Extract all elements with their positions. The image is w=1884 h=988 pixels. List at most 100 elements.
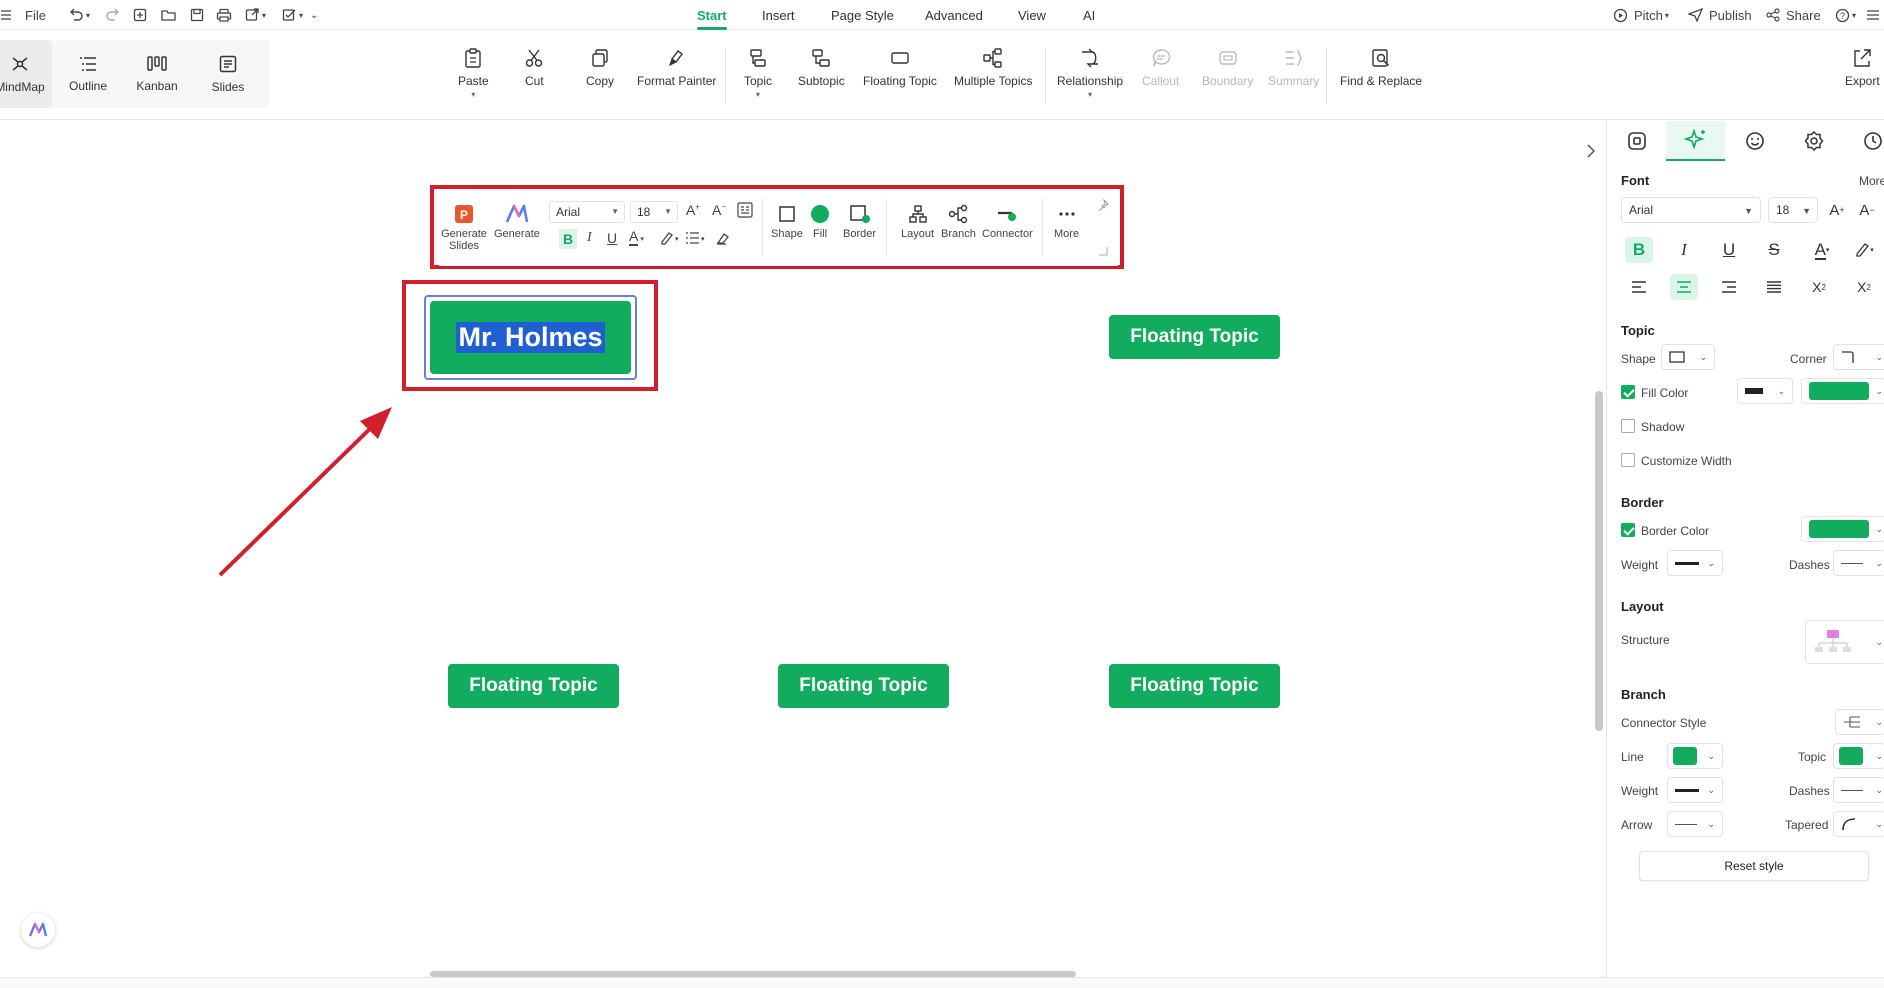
- pitch-button[interactable]: Pitch ▾: [1613, 6, 1669, 24]
- font-more-link[interactable]: More: [1859, 174, 1884, 188]
- check-task-button[interactable]: ▾: [282, 6, 303, 24]
- bold-toggle[interactable]: B: [559, 229, 577, 249]
- branch-dashes-select[interactable]: ⌄: [1833, 777, 1884, 803]
- redo-button[interactable]: [105, 6, 121, 24]
- panel-tab-style[interactable]: [1607, 121, 1666, 161]
- corner-select[interactable]: ⌄: [1833, 344, 1884, 370]
- underline-toggle[interactable]: U: [607, 230, 617, 246]
- shape-button[interactable]: Shape: [771, 204, 803, 240]
- border-button[interactable]: Border: [843, 204, 876, 240]
- border-color-checkbox[interactable]: [1621, 523, 1635, 537]
- increase-font-size-icon[interactable]: A+: [686, 202, 700, 218]
- find-replace-button[interactable]: Find & Replace: [1340, 48, 1422, 88]
- new-file-button[interactable]: [133, 6, 147, 24]
- fill-color-checkbox[interactable]: [1621, 385, 1635, 399]
- justify-button[interactable]: [1760, 274, 1788, 300]
- align-right-button[interactable]: [1715, 274, 1743, 300]
- topic-button[interactable]: Topic ▾: [744, 48, 772, 99]
- list-button[interactable]: ▾: [685, 231, 705, 245]
- publish-button[interactable]: Publish: [1688, 6, 1752, 24]
- ai-assistant-button[interactable]: [21, 913, 55, 947]
- floating-topic-node[interactable]: Floating Topic: [1109, 664, 1280, 708]
- pin-icon[interactable]: [1097, 199, 1109, 211]
- line-color-select[interactable]: ⌄: [1667, 743, 1723, 769]
- text-style-icon[interactable]: [737, 202, 753, 218]
- branch-button[interactable]: Branch: [941, 204, 976, 240]
- view-mindmap[interactable]: MindMap: [0, 40, 52, 108]
- align-center-button[interactable]: [1670, 274, 1698, 300]
- font-family-select[interactable]: Arial ▼: [549, 201, 625, 223]
- connector-style-select[interactable]: ⌄: [1835, 709, 1884, 735]
- tab-ai[interactable]: AI: [1083, 8, 1095, 23]
- panel-font-family-select[interactable]: Arial ▼: [1621, 197, 1761, 223]
- clear-format-button[interactable]: [716, 231, 730, 245]
- multiple-topics-button[interactable]: Multiple Topics: [954, 48, 1032, 88]
- more-button[interactable]: More: [1054, 204, 1079, 240]
- help-button[interactable]: ? ▾: [1835, 6, 1856, 24]
- view-slides[interactable]: Slides: [196, 40, 260, 108]
- shape-select[interactable]: ⌄: [1661, 344, 1715, 370]
- undo-button[interactable]: ▾: [68, 6, 90, 24]
- collapse-panel-button[interactable]: [1580, 133, 1602, 169]
- overflow-menu-icon[interactable]: [1866, 6, 1880, 24]
- branch-weight-select[interactable]: ⌄: [1667, 777, 1723, 803]
- generate-button[interactable]: Generate: [494, 204, 540, 240]
- tab-start[interactable]: Start: [697, 8, 727, 30]
- floating-topic-button[interactable]: Floating Topic: [863, 48, 937, 88]
- panel-tab-icons[interactable]: [1725, 121, 1784, 161]
- highlight-button[interactable]: ▾: [659, 231, 679, 245]
- tab-view[interactable]: View: [1018, 8, 1046, 23]
- boundary-button[interactable]: Boundary: [1202, 48, 1253, 88]
- floating-topic-node[interactable]: Floating Topic: [1109, 315, 1280, 359]
- relationship-button[interactable]: Relationship ▾: [1057, 48, 1123, 99]
- save-button[interactable]: [190, 6, 204, 24]
- vertical-scrollbar[interactable]: [1595, 391, 1603, 731]
- copy-button[interactable]: Copy: [586, 48, 614, 88]
- resize-handle-icon[interactable]: [1098, 246, 1108, 256]
- paste-button[interactable]: Paste ▾: [458, 48, 489, 99]
- tab-page-style[interactable]: Page Style: [831, 8, 894, 23]
- panel-italic-toggle[interactable]: I: [1670, 237, 1698, 263]
- cut-button[interactable]: Cut: [525, 48, 544, 88]
- border-dashes-select[interactable]: ⌄: [1833, 550, 1884, 576]
- panel-font-size-select[interactable]: 18 ▼: [1768, 197, 1818, 223]
- tab-advanced[interactable]: Advanced: [925, 8, 983, 23]
- print-button[interactable]: [216, 6, 232, 24]
- tapered-select[interactable]: ⌄: [1833, 811, 1884, 837]
- italic-toggle[interactable]: I: [587, 230, 592, 246]
- fill-style-select[interactable]: ⌄: [1737, 378, 1793, 404]
- connector-button[interactable]: Connector: [982, 204, 1033, 240]
- subscript-button[interactable]: X2: [1850, 274, 1878, 300]
- align-left-button[interactable]: [1625, 274, 1653, 300]
- subtopic-button[interactable]: Subtopic: [798, 48, 845, 88]
- floating-topic-node[interactable]: Floating Topic: [778, 664, 949, 708]
- topic-line-color-select[interactable]: ⌄: [1833, 743, 1884, 769]
- customize-width-checkbox[interactable]: [1621, 453, 1635, 467]
- view-outline[interactable]: Outline: [56, 40, 120, 108]
- hamburger-menu-icon[interactable]: [0, 6, 12, 24]
- panel-strikethrough-toggle[interactable]: S: [1760, 237, 1788, 263]
- summary-button[interactable]: Summary: [1268, 48, 1319, 88]
- view-kanban[interactable]: Kanban: [125, 40, 189, 108]
- panel-tab-theme[interactable]: [1784, 121, 1843, 161]
- superscript-button[interactable]: X2: [1805, 274, 1833, 300]
- decrease-font-size-icon[interactable]: A−: [712, 202, 726, 218]
- open-folder-button[interactable]: [161, 6, 176, 24]
- panel-tab-ai-format[interactable]: [1666, 121, 1725, 161]
- panel-underline-toggle[interactable]: U: [1715, 237, 1743, 263]
- panel-tab-history[interactable]: [1843, 121, 1884, 161]
- customize-toolbar-button[interactable]: ⌄: [310, 6, 318, 24]
- floating-topic-node[interactable]: Floating Topic: [448, 664, 619, 708]
- font-size-select[interactable]: 18 ▼: [630, 201, 678, 223]
- panel-increase-font-icon[interactable]: A +: [1823, 197, 1851, 223]
- arrow-select[interactable]: ⌄: [1667, 811, 1723, 837]
- border-weight-select[interactable]: ⌄: [1667, 550, 1723, 576]
- panel-decrease-font-icon[interactable]: A −: [1853, 197, 1881, 223]
- panel-highlight-button[interactable]: ▾: [1850, 237, 1878, 263]
- export-quick-button[interactable]: ▾: [245, 6, 266, 24]
- panel-font-color-button[interactable]: A ▾: [1805, 237, 1839, 263]
- reset-style-button[interactable]: Reset style: [1639, 851, 1869, 881]
- font-color-button[interactable]: A ▾: [629, 229, 644, 246]
- main-topic-text[interactable]: Mr. Holmes: [456, 322, 605, 353]
- share-button[interactable]: Share: [1766, 6, 1821, 24]
